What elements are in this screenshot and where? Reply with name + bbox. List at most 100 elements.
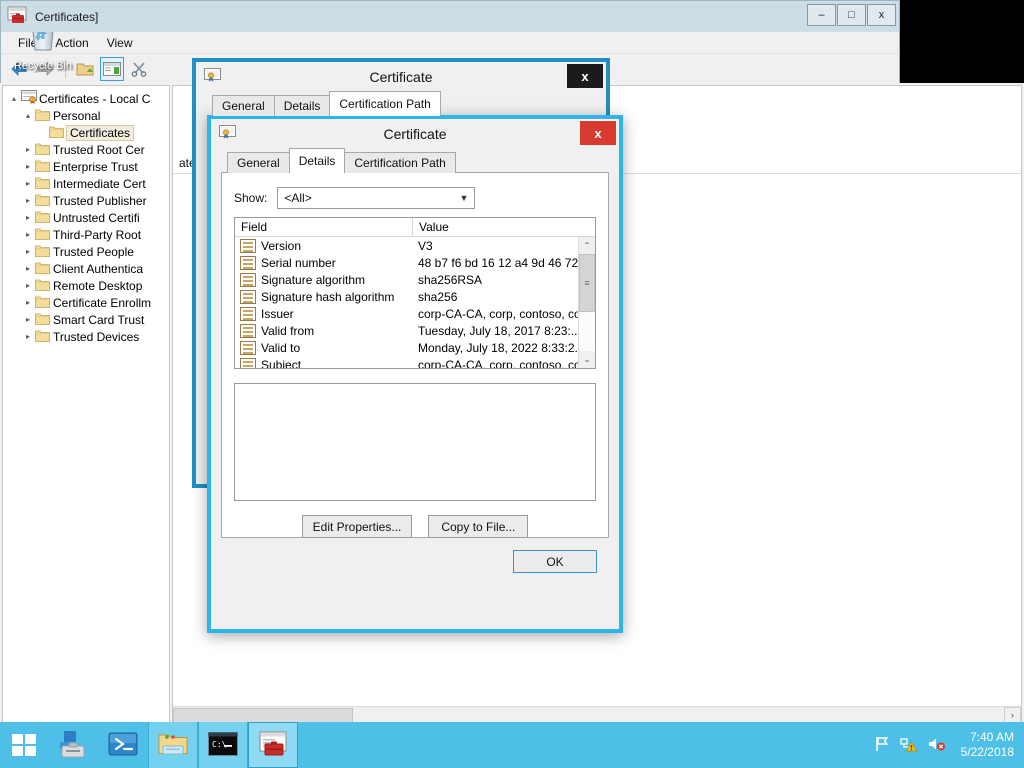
folder-icon <box>35 108 53 124</box>
tree-item-client-authentica[interactable]: ▸Client Authentica <box>7 260 169 277</box>
certificate-dialog[interactable]: Certificate x GeneralDetailsCertificatio… <box>207 115 623 633</box>
copy-to-file-button[interactable]: Copy to File... <box>428 515 528 538</box>
menu-view[interactable]: View <box>98 34 142 52</box>
expander-icon[interactable]: ▸ <box>21 247 35 256</box>
tab-details[interactable]: Details <box>289 148 346 173</box>
tree-item-third-party-root[interactable]: ▸Third-Party Root <box>7 226 169 243</box>
certificate-field-grid[interactable]: Field Value VersionV3Serial number48 b7 … <box>234 217 596 369</box>
console-titlebar[interactable]: Certificates] – □ x <box>1 1 899 32</box>
close-button[interactable]: x <box>580 121 616 145</box>
field-row[interactable]: Signature algorithmsha256RSA <box>235 271 578 288</box>
taskbar-certificates-console[interactable] <box>248 722 298 768</box>
taskbar-server-manager[interactable] <box>48 722 98 768</box>
minimize-button[interactable]: – <box>807 4 836 26</box>
network-warning-icon[interactable] <box>900 736 918 755</box>
field-name-cell: Serial number <box>235 256 413 270</box>
tab-certification-path[interactable]: Certification Path <box>344 152 455 173</box>
flag-action-center-icon[interactable] <box>874 736 891 755</box>
show-hide-console-tree-icon[interactable] <box>100 57 124 81</box>
tree-item-certificates[interactable]: Certificates <box>7 124 169 141</box>
maximize-button[interactable]: □ <box>837 4 866 26</box>
tree-item-trusted-publisher[interactable]: ▸Trusted Publisher <box>7 192 169 209</box>
column-header-value[interactable]: Value <box>413 218 595 236</box>
tree-item-trusted-root-cer[interactable]: ▸Trusted Root Cer <box>7 141 169 158</box>
expander-icon[interactable]: ▸ <box>21 179 35 188</box>
taskbar-command-prompt[interactable]: C:\ <box>198 722 248 768</box>
console-caption-buttons[interactable]: – □ x <box>807 4 896 26</box>
list-horizontal-scrollbar[interactable]: › <box>173 706 1021 723</box>
tree-item-personal[interactable]: ▴Personal <box>7 107 169 124</box>
svg-text:C:\: C:\ <box>212 740 227 749</box>
expander-icon[interactable]: ▸ <box>21 196 35 205</box>
tab-general[interactable]: General <box>212 95 275 116</box>
expander-icon[interactable]: ▴ <box>21 111 35 120</box>
show-dropdown[interactable]: <All> ▼ <box>277 187 475 209</box>
taskbar-file-explorer[interactable] <box>148 722 198 768</box>
scroll-up-icon[interactable]: ⌃ <box>579 237 595 254</box>
tree-item-certificates-local-c[interactable]: ▴Certificates - Local C <box>7 90 169 107</box>
taskbar-powershell[interactable] <box>98 722 148 768</box>
expander-icon[interactable]: ▸ <box>21 162 35 171</box>
field-row[interactable]: VersionV3 <box>235 237 578 254</box>
close-button[interactable]: x <box>867 4 896 26</box>
show-filter-row: Show: <All> ▼ <box>222 173 608 217</box>
expander-icon[interactable]: ▴ <box>7 94 21 103</box>
field-grid-rows[interactable]: VersionV3Serial number48 b7 f6 bd 16 12 … <box>235 237 578 368</box>
mmc-console-icon <box>257 730 289 761</box>
tree-item-certificate-enrollm[interactable]: ▸Certificate Enrollm <box>7 294 169 311</box>
console-tree[interactable]: ▴Certificates - Local C▴Personal Certific… <box>3 86 169 728</box>
ok-button[interactable]: OK <box>513 550 597 573</box>
console-title: Certificates] <box>35 10 98 24</box>
close-button[interactable]: x <box>567 64 603 88</box>
cut-icon[interactable] <box>127 57 151 81</box>
field-row[interactable]: Issuercorp-CA-CA, corp, contoso, com <box>235 305 578 322</box>
field-row[interactable]: Valid fromTuesday, July 18, 2017 8:23:..… <box>235 322 578 339</box>
expander-icon[interactable]: ▸ <box>21 298 35 307</box>
tree-item-label: Certificates <box>67 126 133 140</box>
edit-properties-button[interactable]: Edit Properties... <box>302 515 413 538</box>
tab-details[interactable]: Details <box>274 95 331 116</box>
console-tree-pane[interactable]: ▴Certificates - Local C▴Personal Certific… <box>2 85 170 746</box>
field-grid-scrollbar[interactable]: ⌃ ≡ ⌄ <box>578 237 595 368</box>
expander-icon[interactable]: ▸ <box>21 281 35 290</box>
expander-icon[interactable]: ▸ <box>21 213 35 222</box>
tree-item-trusted-people[interactable]: ▸Trusted People <box>7 243 169 260</box>
dialog-tabs-background[interactable]: GeneralDetailsCertification Path <box>212 92 596 116</box>
tree-item-untrusted-certifi[interactable]: ▸Untrusted Certifi <box>7 209 169 226</box>
start-button[interactable] <box>0 722 48 768</box>
tab-certification-path[interactable]: Certification Path <box>329 91 440 116</box>
field-row[interactable]: Serial number48 b7 f6 bd 16 12 a4 9d 46 … <box>235 254 578 271</box>
scrollbar-thumb[interactable] <box>173 708 353 723</box>
dialog-titlebar[interactable]: Certificate x <box>196 62 606 92</box>
tab-general[interactable]: General <box>227 152 290 173</box>
expander-icon[interactable]: ▸ <box>21 332 35 341</box>
field-row[interactable]: Signature hash algorithmsha256 <box>235 288 578 305</box>
field-row[interactable]: Subjectcorp-CA-CA, corp, contoso, com <box>235 356 578 368</box>
desktop: Recycle Bin ExpireTe <box>0 0 1024 768</box>
console-menubar[interactable]: File Action View <box>1 32 899 54</box>
tree-item-intermediate-cert[interactable]: ▸Intermediate Cert <box>7 175 169 192</box>
scrollbar-track[interactable]: ≡ <box>579 254 595 351</box>
dialog-titlebar[interactable]: Certificate x <box>211 119 619 149</box>
taskbar[interactable]: C:\ <box>0 722 1024 768</box>
scroll-down-icon[interactable]: ⌄ <box>579 351 595 368</box>
volume-muted-icon[interactable] <box>927 736 946 755</box>
field-grid-header[interactable]: Field Value <box>235 218 595 237</box>
field-row[interactable]: Valid toMonday, July 18, 2022 8:33:2... <box>235 339 578 356</box>
folder-icon <box>35 261 53 277</box>
dialog-tabs[interactable]: GeneralDetailsCertification Path <box>227 149 609 173</box>
tree-item-trusted-devices[interactable]: ▸Trusted Devices <box>7 328 169 345</box>
expander-icon[interactable]: ▸ <box>21 315 35 324</box>
folder-icon <box>35 329 53 345</box>
scroll-right-icon[interactable]: › <box>1004 707 1021 723</box>
column-header-field[interactable]: Field <box>235 218 413 236</box>
expander-icon[interactable]: ▸ <box>21 264 35 273</box>
system-tray[interactable]: 7:40 AM 5/22/2018 <box>874 722 1024 768</box>
tree-item-smart-card-trust[interactable]: ▸Smart Card Trust <box>7 311 169 328</box>
tree-item-remote-desktop[interactable]: ▸Remote Desktop <box>7 277 169 294</box>
clock[interactable]: 7:40 AM 5/22/2018 <box>955 730 1014 760</box>
expander-icon[interactable]: ▸ <box>21 145 35 154</box>
tree-item-enterprise-trust[interactable]: ▸Enterprise Trust <box>7 158 169 175</box>
expander-icon[interactable]: ▸ <box>21 230 35 239</box>
scrollbar-thumb[interactable]: ≡ <box>579 254 595 312</box>
